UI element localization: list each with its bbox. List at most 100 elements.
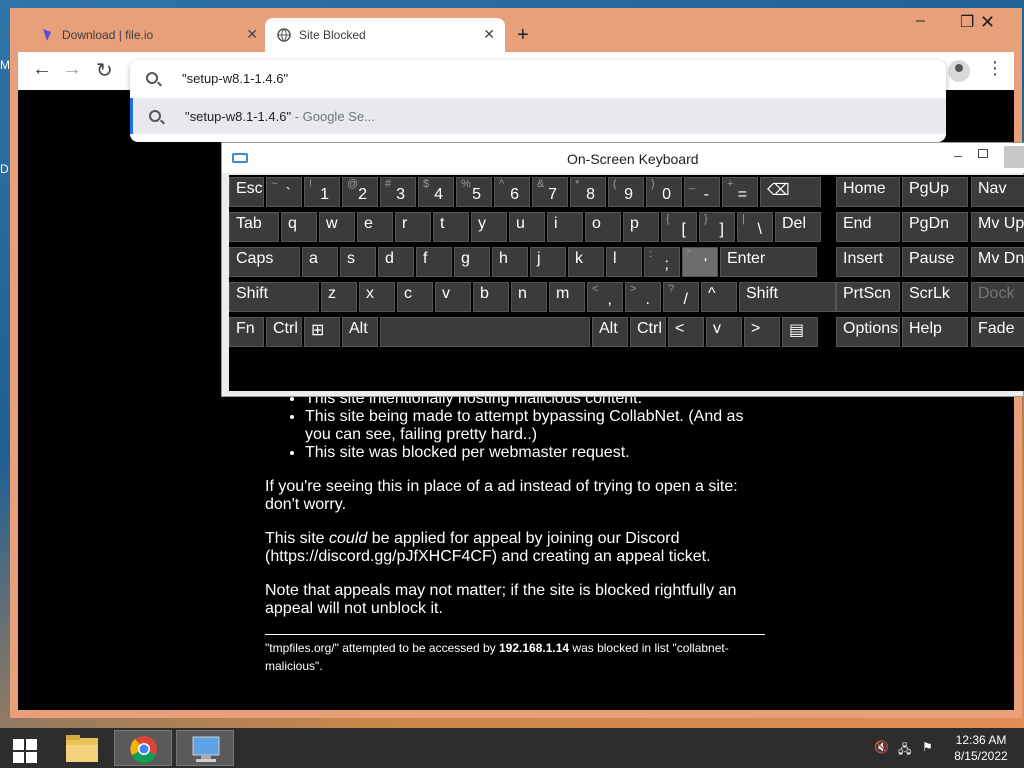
osk-key-0[interactable]: ) 0 bbox=[646, 177, 682, 207]
taskbar-file-explorer[interactable] bbox=[52, 730, 110, 766]
osk-key-symbol[interactable]: _ - bbox=[684, 177, 720, 207]
osk-key-help[interactable]: Help bbox=[902, 317, 968, 347]
osk-key-mv-dn[interactable]: Mv Dn bbox=[971, 247, 1024, 277]
taskbar-remote-desktop[interactable] bbox=[176, 730, 234, 766]
osk-key-symbol[interactable]: {[ bbox=[661, 212, 697, 242]
osk-key-e[interactable]: e bbox=[357, 212, 393, 242]
osk-key-shift[interactable]: Shift bbox=[229, 282, 319, 312]
osk-key-insert[interactable]: Insert bbox=[836, 247, 900, 277]
taskbar-chrome[interactable] bbox=[114, 730, 172, 766]
osk-key-fade[interactable]: Fade bbox=[971, 317, 1024, 347]
osk-key-k[interactable]: k bbox=[568, 247, 604, 277]
osk-key-1[interactable]: ! 1 bbox=[304, 177, 340, 207]
osk-key-o[interactable]: o bbox=[585, 212, 621, 242]
osk-key-j[interactable]: j bbox=[530, 247, 566, 277]
osk-key-v[interactable]: v bbox=[435, 282, 471, 312]
osk-key-scrlk[interactable]: ScrLk bbox=[902, 282, 968, 312]
omnibox-suggestion[interactable]: "setup-w8.1-1.4.6" - Google Se... bbox=[130, 98, 946, 134]
osk-key-4[interactable]: $4 bbox=[418, 177, 454, 207]
osk-key-options[interactable]: Options bbox=[836, 317, 900, 347]
forward-arrow-icon[interactable]: → bbox=[62, 58, 82, 81]
osk-key-w[interactable]: w bbox=[319, 212, 355, 242]
tab-close-icon[interactable]: ✕ bbox=[483, 26, 495, 43]
osk-key-q[interactable]: q bbox=[281, 212, 317, 242]
osk-key-symbol[interactable]: :; bbox=[644, 247, 680, 277]
osk-key-i[interactable]: i bbox=[547, 212, 583, 242]
osk-key-v[interactable]: v bbox=[706, 317, 742, 347]
osk-key-pgup[interactable]: PgUp bbox=[902, 177, 968, 207]
osk-key-enter[interactable]: Enter bbox=[720, 247, 817, 277]
osk-key-3[interactable]: #3 bbox=[380, 177, 416, 207]
start-button[interactable] bbox=[4, 730, 44, 766]
osk-key-7[interactable]: & 7 bbox=[532, 177, 568, 207]
osk-key-r[interactable]: r bbox=[395, 212, 431, 242]
new-tab-button[interactable]: + bbox=[517, 24, 529, 47]
osk-key-mv-up[interactable]: Mv Up bbox=[971, 212, 1024, 242]
osk-key-shift[interactable]: Shift bbox=[739, 282, 836, 312]
close-window-icon[interactable]: ✕ bbox=[980, 12, 995, 33]
minimize-icon[interactable]: – bbox=[954, 147, 962, 163]
osk-key-p[interactable]: p bbox=[623, 212, 659, 242]
tab-close-icon[interactable]: ✕ bbox=[246, 26, 258, 43]
osk-key-home[interactable]: Home bbox=[836, 177, 900, 207]
osk-key-symbol[interactable]: | \ bbox=[737, 212, 773, 242]
osk-key-ctrl[interactable]: Ctrl bbox=[630, 317, 666, 347]
volume-muted-icon[interactable]: 🔇 bbox=[874, 740, 890, 756]
address-bar[interactable]: "setup-w8.1-1.4.6" bbox=[130, 60, 946, 98]
osk-key-symbol[interactable]: > bbox=[744, 317, 780, 347]
osk-titlebar[interactable]: On-Screen Keyboard – bbox=[222, 143, 1024, 173]
osk-key-8[interactable]: * 8 bbox=[570, 177, 606, 207]
osk-key-dock[interactable]: Dock bbox=[971, 282, 1024, 312]
osk-key-symbol[interactable]: <, bbox=[587, 282, 623, 312]
osk-key-c[interactable]: c bbox=[397, 282, 433, 312]
osk-key-space[interactable] bbox=[380, 317, 590, 347]
minimize-icon[interactable]: – bbox=[916, 12, 925, 30]
profile-avatar-icon[interactable] bbox=[948, 60, 970, 82]
taskbar-clock[interactable]: 12:36 AM 8/15/2022 bbox=[948, 732, 1014, 764]
osk-key-pause[interactable]: Pause bbox=[902, 247, 968, 277]
osk-key-symbol[interactable]: ~ ` bbox=[266, 177, 302, 207]
osk-key-t[interactable]: t bbox=[433, 212, 469, 242]
osk-key-6[interactable]: ^ 6 bbox=[494, 177, 530, 207]
osk-key-tab[interactable]: Tab bbox=[229, 212, 279, 242]
maximize-icon[interactable] bbox=[978, 149, 988, 158]
osk-key-b[interactable]: b bbox=[473, 282, 509, 312]
reload-icon[interactable]: ↻ bbox=[96, 58, 113, 83]
osk-key-5[interactable]: % 5 bbox=[456, 177, 492, 207]
osk-key-symbol[interactable]: < bbox=[668, 317, 704, 347]
osk-key-u[interactable]: u bbox=[509, 212, 545, 242]
osk-key-pgdn[interactable]: PgDn bbox=[902, 212, 968, 242]
kebab-menu-icon[interactable]: ⋮ bbox=[986, 58, 1004, 79]
close-icon[interactable] bbox=[1004, 146, 1024, 168]
osk-key-g[interactable]: g bbox=[454, 247, 490, 277]
osk-key-alt[interactable]: Alt bbox=[592, 317, 628, 347]
osk-key-esc[interactable]: Esc bbox=[229, 177, 264, 207]
back-arrow-icon[interactable]: ← bbox=[32, 58, 52, 81]
action-center-flag-icon[interactable]: ⚑ bbox=[922, 740, 938, 756]
osk-key-del[interactable]: Del bbox=[775, 212, 821, 242]
restore-icon[interactable]: ❐ bbox=[960, 12, 974, 32]
address-input[interactable]: "setup-w8.1-1.4.6" bbox=[182, 71, 288, 86]
osk-key-nav[interactable]: Nav bbox=[971, 177, 1024, 207]
osk-key-symbol[interactable]: ^ bbox=[701, 282, 737, 312]
osk-key-fn[interactable]: Fn bbox=[229, 317, 264, 347]
osk-key-x[interactable]: x bbox=[359, 282, 395, 312]
osk-key-symbol[interactable]: }] bbox=[699, 212, 735, 242]
osk-key-caps[interactable]: Caps bbox=[229, 247, 300, 277]
osk-key-m[interactable]: m bbox=[549, 282, 585, 312]
osk-key-symbol[interactable]: + = bbox=[722, 177, 758, 207]
osk-key-h[interactable]: h bbox=[492, 247, 528, 277]
osk-key-y[interactable]: y bbox=[471, 212, 507, 242]
osk-key-alt[interactable]: Alt bbox=[342, 317, 378, 347]
osk-key-a[interactable]: a bbox=[302, 247, 338, 277]
osk-key-d[interactable]: d bbox=[378, 247, 414, 277]
osk-key-symbol[interactable]: ⌫ bbox=[760, 177, 821, 207]
osk-key-symbol[interactable]: " ' bbox=[682, 247, 718, 277]
osk-key-n[interactable]: n bbox=[511, 282, 547, 312]
osk-key-s[interactable]: s bbox=[340, 247, 376, 277]
osk-key-symbol[interactable]: >. bbox=[625, 282, 661, 312]
osk-key-z[interactable]: z bbox=[321, 282, 357, 312]
osk-key-symbol[interactable]: ▤ bbox=[782, 317, 818, 347]
osk-key-symbol[interactable]: ? / bbox=[663, 282, 699, 312]
tab-download-fileio[interactable]: Download | file.io ✕ bbox=[28, 18, 268, 52]
